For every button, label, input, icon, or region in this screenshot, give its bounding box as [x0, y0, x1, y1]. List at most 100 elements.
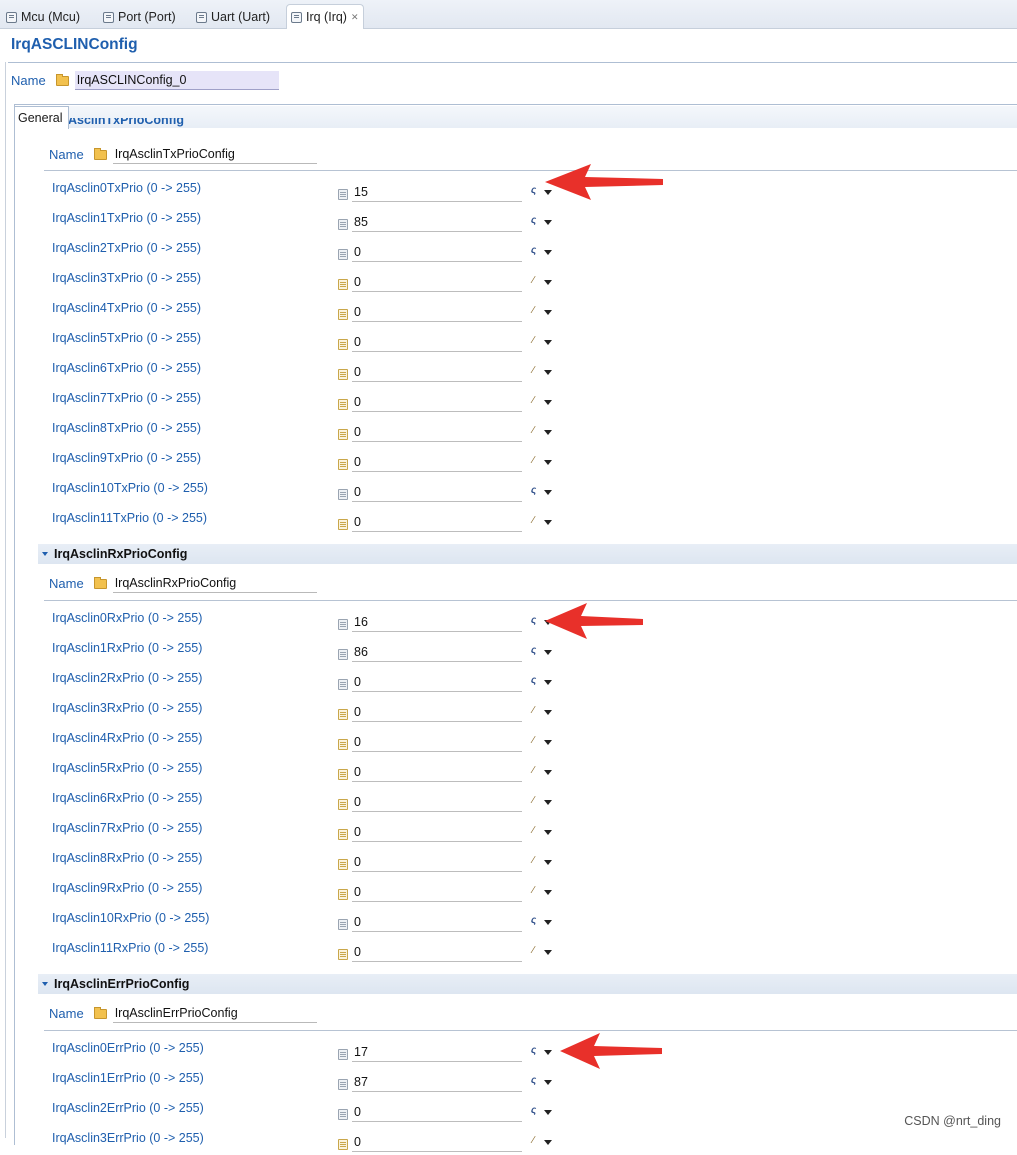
parameter-value-field[interactable] — [352, 702, 522, 722]
parameter-label[interactable]: IrqAsclin11RxPrio (0 -> 255) — [52, 941, 208, 955]
collapse-toggle-icon[interactable] — [42, 552, 48, 556]
container-name-field[interactable] — [74, 71, 279, 90]
parameter-label[interactable]: IrqAsclin7RxPrio (0 -> 255) — [52, 821, 202, 835]
calculated-value-icon[interactable]: ς — [528, 245, 539, 256]
parameter-value-field[interactable] — [352, 1042, 522, 1062]
parameter-value-field[interactable] — [352, 392, 522, 412]
parameter-value-field[interactable] — [352, 512, 522, 532]
calculated-value-icon[interactable]: ς — [528, 675, 539, 686]
pencil-icon[interactable]: ∕ — [528, 735, 539, 746]
parameter-label[interactable]: IrqAsclin11TxPrio (0 -> 255) — [52, 511, 207, 525]
parameter-value-field[interactable] — [352, 1102, 522, 1122]
parameter-label[interactable]: IrqAsclin3TxPrio (0 -> 255) — [52, 271, 201, 285]
parameter-label[interactable]: IrqAsclin7TxPrio (0 -> 255) — [52, 391, 201, 405]
pencil-icon[interactable]: ∕ — [528, 855, 539, 866]
parameter-label[interactable]: IrqAsclin9TxPrio (0 -> 255) — [52, 451, 201, 465]
dropdown-arrow-icon[interactable] — [544, 280, 552, 285]
parameter-label[interactable]: IrqAsclin10RxPrio (0 -> 255) — [52, 911, 209, 925]
parameter-value-field[interactable] — [352, 882, 522, 902]
dropdown-arrow-icon[interactable] — [544, 340, 552, 345]
calculated-value-icon[interactable]: ς — [528, 915, 539, 926]
parameter-label[interactable]: IrqAsclin0ErrPrio (0 -> 255) — [52, 1041, 204, 1055]
calculated-value-icon[interactable]: ς — [528, 615, 539, 626]
section-header[interactable]: IrqAsclinRxPrioConfig — [38, 544, 1017, 564]
tab-mcu[interactable]: Mcu (Mcu) — [6, 6, 80, 28]
parameter-value-field[interactable] — [352, 362, 522, 382]
calculated-value-icon[interactable]: ς — [528, 1045, 539, 1056]
parameter-value-field[interactable] — [352, 422, 522, 442]
parameter-value-field[interactable] — [352, 452, 522, 472]
tab-irq[interactable]: Irq (Irq) ✕ — [286, 4, 364, 29]
parameter-label[interactable]: IrqAsclin8RxPrio (0 -> 255) — [52, 851, 202, 865]
parameter-label[interactable]: IrqAsclin5RxPrio (0 -> 255) — [52, 761, 202, 775]
parameter-value-field[interactable] — [352, 242, 522, 262]
dropdown-arrow-icon[interactable] — [544, 370, 552, 375]
section-name-field[interactable] — [112, 145, 317, 164]
dropdown-arrow-icon[interactable] — [544, 460, 552, 465]
tab-port[interactable]: Port (Port) — [103, 6, 176, 28]
calculated-value-icon[interactable]: ς — [528, 185, 539, 196]
parameter-label[interactable]: IrqAsclin3RxPrio (0 -> 255) — [52, 701, 202, 715]
parameter-label[interactable]: IrqAsclin3ErrPrio (0 -> 255) — [52, 1131, 204, 1145]
parameter-value-field[interactable] — [352, 1072, 522, 1092]
pencil-icon[interactable]: ∕ — [528, 705, 539, 716]
section-header[interactable]: IrqAsclinErrPrioConfig — [38, 974, 1017, 994]
pencil-icon[interactable]: ∕ — [528, 365, 539, 376]
calculated-value-icon[interactable]: ς — [528, 485, 539, 496]
pencil-icon[interactable]: ∕ — [528, 425, 539, 436]
parameter-value-field[interactable] — [352, 272, 522, 292]
calculated-value-icon[interactable]: ς — [528, 645, 539, 656]
parameter-label[interactable]: IrqAsclin2RxPrio (0 -> 255) — [52, 671, 202, 685]
dropdown-arrow-icon[interactable] — [544, 650, 552, 655]
parameter-value-field[interactable] — [352, 762, 522, 782]
dropdown-arrow-icon[interactable] — [544, 710, 552, 715]
parameter-value-field[interactable] — [352, 332, 522, 352]
pencil-icon[interactable]: ∕ — [528, 395, 539, 406]
dropdown-arrow-icon[interactable] — [544, 680, 552, 685]
pencil-icon[interactable]: ∕ — [528, 825, 539, 836]
pencil-icon[interactable]: ∕ — [528, 335, 539, 346]
parameter-label[interactable]: IrqAsclin5TxPrio (0 -> 255) — [52, 331, 201, 345]
dropdown-arrow-icon[interactable] — [544, 1080, 552, 1085]
pencil-icon[interactable]: ∕ — [528, 1135, 539, 1146]
dropdown-arrow-icon[interactable] — [544, 430, 552, 435]
parameter-value-field[interactable] — [352, 482, 522, 502]
collapse-toggle-icon[interactable] — [42, 982, 48, 986]
dropdown-arrow-icon[interactable] — [544, 950, 552, 955]
parameter-label[interactable]: IrqAsclin2TxPrio (0 -> 255) — [52, 241, 201, 255]
dropdown-arrow-icon[interactable] — [544, 740, 552, 745]
parameter-label[interactable]: IrqAsclin4RxPrio (0 -> 255) — [52, 731, 202, 745]
calculated-value-icon[interactable]: ς — [528, 215, 539, 226]
dropdown-arrow-icon[interactable] — [544, 1110, 552, 1115]
parameter-label[interactable]: IrqAsclin9RxPrio (0 -> 255) — [52, 881, 202, 895]
dropdown-arrow-icon[interactable] — [544, 1140, 552, 1145]
parameter-label[interactable]: IrqAsclin4TxPrio (0 -> 255) — [52, 301, 201, 315]
parameter-value-field[interactable] — [352, 612, 522, 632]
parameter-value-field[interactable] — [352, 912, 522, 932]
parameter-label[interactable]: IrqAsclin10TxPrio (0 -> 255) — [52, 481, 208, 495]
dropdown-arrow-icon[interactable] — [544, 490, 552, 495]
parameter-label[interactable]: IrqAsclin1RxPrio (0 -> 255) — [52, 641, 202, 655]
tab-uart[interactable]: Uart (Uart) — [196, 6, 270, 28]
parameter-value-field[interactable] — [352, 182, 522, 202]
pencil-icon[interactable]: ∕ — [528, 765, 539, 776]
close-icon[interactable]: ✕ — [351, 12, 359, 23]
parameter-value-field[interactable] — [352, 942, 522, 962]
parameter-value-field[interactable] — [352, 792, 522, 812]
pencil-icon[interactable]: ∕ — [528, 305, 539, 316]
parameter-label[interactable]: IrqAsclin0TxPrio (0 -> 255) — [52, 181, 201, 195]
dropdown-arrow-icon[interactable] — [544, 400, 552, 405]
pencil-icon[interactable]: ∕ — [528, 455, 539, 466]
parameter-label[interactable]: IrqAsclin2ErrPrio (0 -> 255) — [52, 1101, 204, 1115]
dropdown-arrow-icon[interactable] — [544, 220, 552, 225]
pencil-icon[interactable]: ∕ — [528, 515, 539, 526]
pencil-icon[interactable]: ∕ — [528, 885, 539, 896]
dropdown-arrow-icon[interactable] — [544, 1050, 552, 1055]
parameter-value-field[interactable] — [352, 1132, 522, 1152]
dropdown-arrow-icon[interactable] — [544, 310, 552, 315]
parameter-value-field[interactable] — [352, 212, 522, 232]
dropdown-arrow-icon[interactable] — [544, 250, 552, 255]
dropdown-arrow-icon[interactable] — [544, 830, 552, 835]
parameter-label[interactable]: IrqAsclin1ErrPrio (0 -> 255) — [52, 1071, 204, 1085]
parameter-label[interactable]: IrqAsclin1TxPrio (0 -> 255) — [52, 211, 201, 225]
